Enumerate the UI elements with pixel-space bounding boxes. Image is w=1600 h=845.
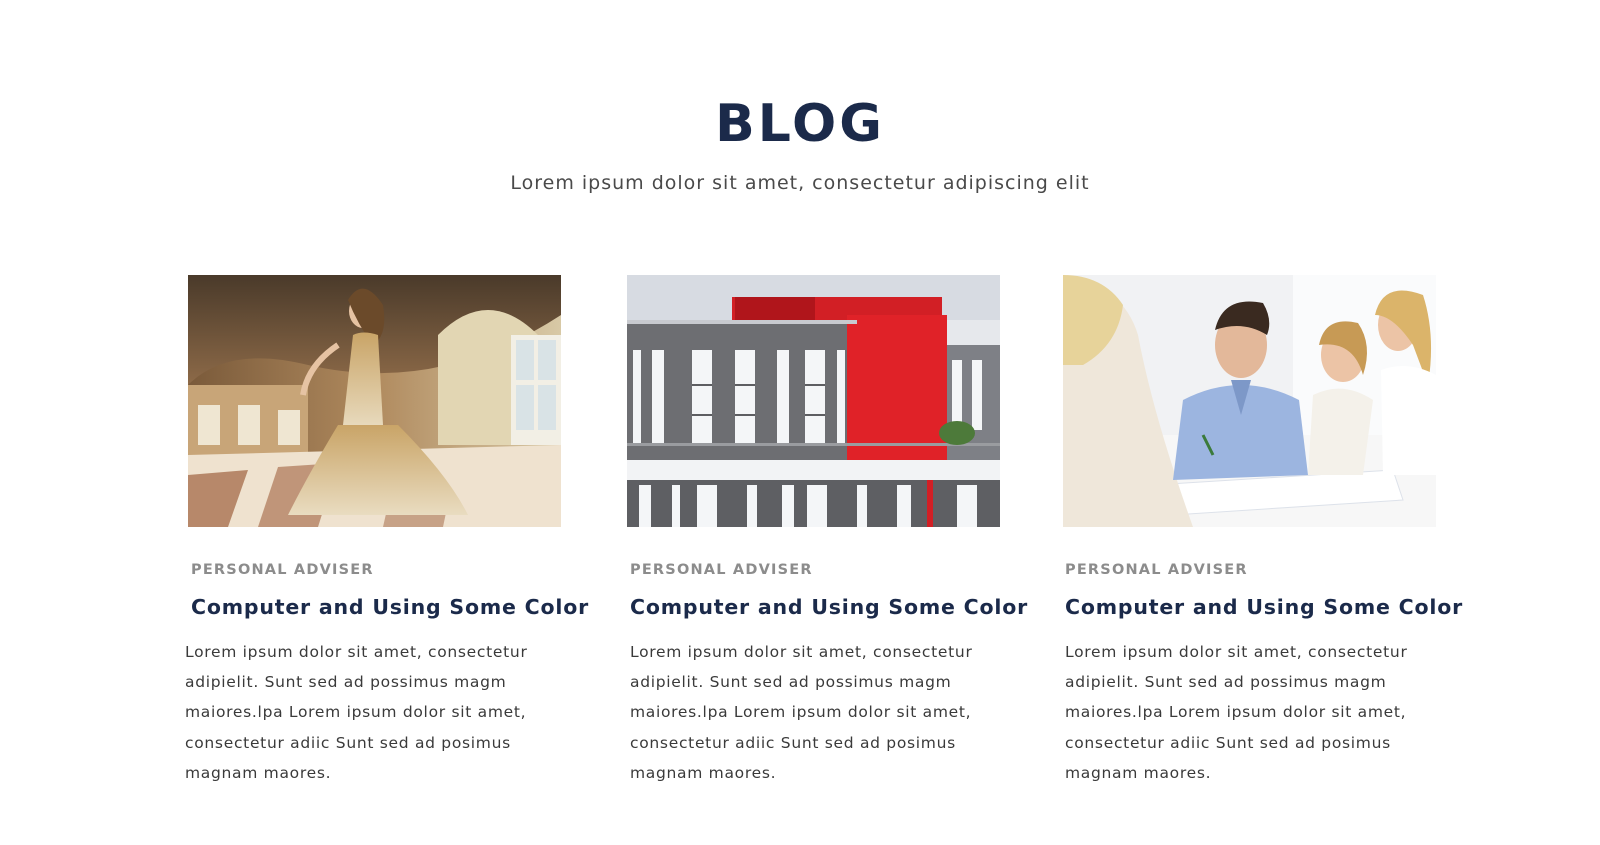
post-excerpt: Lorem ipsum dolor sit amet, consectetur …: [185, 643, 528, 782]
section-subtitle: Lorem ipsum dolor sit amet, consectetur …: [510, 172, 1090, 194]
blog-card-image[interactable]: [627, 275, 1000, 527]
blog-section: BLOG Lorem ipsum dolor sit amet, consect…: [0, 0, 1600, 845]
post-title-link[interactable]: Computer and Using Some Color: [630, 595, 1028, 619]
post-excerpt: Lorem ipsum dolor sit amet, consectetur …: [630, 643, 973, 782]
post-excerpt: Lorem ipsum dolor sit amet, consectetur …: [1065, 643, 1408, 782]
post-category[interactable]: PERSONAL ADVISER: [191, 562, 374, 578]
family-adviser-image: [1063, 275, 1436, 527]
blog-card-image[interactable]: [1063, 275, 1436, 527]
blog-card-image[interactable]: [188, 275, 561, 527]
post-category[interactable]: PERSONAL ADVISER: [630, 562, 813, 578]
building-image: [627, 275, 1000, 527]
post-title-link[interactable]: Computer and Using Some Color: [191, 595, 589, 619]
section-title: BLOG: [715, 94, 885, 154]
woman-in-gown-image: [188, 275, 561, 527]
post-category[interactable]: PERSONAL ADVISER: [1065, 562, 1248, 578]
post-title-link[interactable]: Computer and Using Some Color: [1065, 595, 1463, 619]
